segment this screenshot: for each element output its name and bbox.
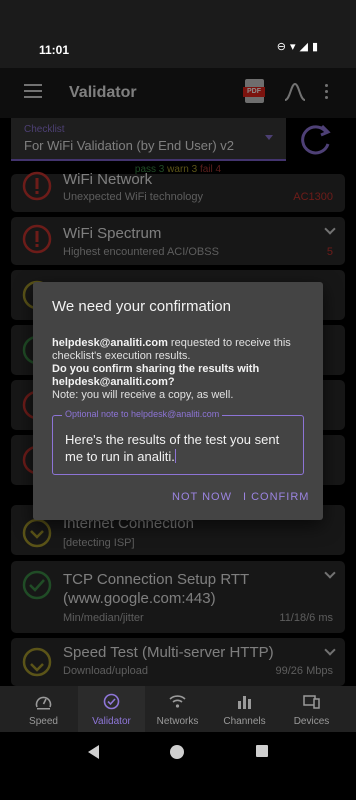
battery-icon: ▮ — [311, 41, 318, 53]
confirmation-dialog: We need your confirmation helpdesk@anali… — [33, 282, 323, 520]
nav-networks[interactable]: Networks — [144, 686, 211, 732]
dialog-body: helpdesk@analiti.com requested to receiv… — [52, 337, 312, 402]
nav-channels[interactable]: Channels — [211, 686, 278, 732]
confirm-question: Do you confirm sharing the results with … — [52, 363, 260, 388]
nav-speed[interactable]: Speed — [10, 686, 77, 732]
system-navigation-bar — [0, 732, 356, 800]
back-icon[interactable] — [88, 745, 99, 759]
note-input-value[interactable]: Here's the results of the test you sent … — [65, 431, 300, 465]
not-now-button[interactable]: NOT NOW — [172, 491, 232, 503]
signal-icon: ◢ — [299, 41, 308, 53]
status-bar: 11:01 ⊖ ▾ ◢ ▮ — [0, 0, 356, 68]
nav-label: Validator — [92, 716, 131, 727]
check-circle-icon — [103, 693, 120, 710]
wifi-icon — [169, 695, 186, 708]
requester-email: helpdesk@analiti.com — [52, 337, 168, 349]
speedometer-icon — [35, 696, 52, 710]
nav-label: Channels — [223, 716, 266, 727]
nav-label: Networks — [156, 716, 199, 727]
dialog-title: We need your confirmation — [52, 298, 231, 315]
note-input[interactable]: Optional note to helpdesk@analiti.com He… — [52, 409, 304, 475]
home-icon[interactable] — [170, 745, 184, 759]
bar-chart-icon — [238, 696, 251, 709]
nav-validator[interactable]: Validator — [78, 686, 145, 732]
confirm-button[interactable]: I CONFIRM — [243, 491, 309, 503]
status-icons: ⊖ ▾ ◢ ▮ — [277, 41, 318, 53]
nav-label: Devices — [293, 716, 330, 727]
bottom-navigation: Speed Validator Networks Channels Device… — [0, 686, 356, 732]
nav-label: Speed — [29, 716, 58, 727]
recent-apps-icon[interactable] — [256, 745, 268, 757]
wifi-status-icon: ▾ — [289, 41, 296, 53]
nav-devices[interactable]: Devices — [278, 686, 345, 732]
copy-note: Note: you will receive a copy, as well. — [52, 389, 234, 401]
devices-icon — [303, 695, 320, 709]
status-time: 11:01 — [39, 43, 70, 57]
do-not-disturb-icon: ⊖ — [276, 41, 286, 53]
note-input-label: Optional note to helpdesk@analiti.com — [62, 409, 223, 419]
